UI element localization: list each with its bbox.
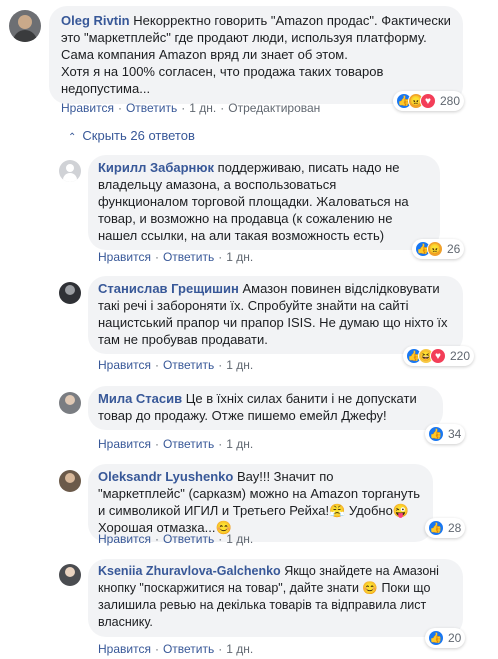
- reply-link[interactable]: Ответить: [163, 358, 214, 372]
- reaction-summary[interactable]: 👍 😠 ♥ 280: [393, 91, 465, 111]
- reply-bubble: Станислав Грещишин Амазон повинен відслі…: [88, 276, 463, 354]
- reply-author[interactable]: Кирилл Забарнюк: [98, 160, 214, 175]
- like-icon: 👍: [428, 520, 444, 536]
- reply-link[interactable]: Ответить: [126, 101, 177, 115]
- love-icon: ♥: [430, 348, 446, 364]
- reply-actions: Нравится · Ответить · 1 дн.: [98, 358, 254, 372]
- reply-bubble: Кирилл Забарнюк поддерживаю, писать надо…: [88, 155, 440, 250]
- angry-icon: 😠: [427, 241, 443, 257]
- love-icon: ♥: [420, 93, 436, 109]
- hide-replies-button[interactable]: ⌃ Скрыть 26 ответов: [68, 128, 195, 143]
- hide-replies-label: Скрыть 26 ответов: [82, 128, 195, 143]
- reaction-summary[interactable]: 👍 20: [425, 628, 466, 648]
- like-link[interactable]: Нравится: [98, 437, 151, 451]
- reaction-count: 20: [448, 631, 462, 645]
- avatar[interactable]: [9, 10, 41, 42]
- timestamp[interactable]: 1 дн.: [226, 250, 253, 264]
- avatar[interactable]: [59, 564, 81, 586]
- timestamp[interactable]: 1 дн.: [226, 437, 253, 451]
- timestamp[interactable]: 1 дн.: [226, 532, 253, 546]
- reply-author[interactable]: Oleksandr Lyushenko: [98, 469, 233, 484]
- edited-label[interactable]: Отредактирован: [228, 101, 320, 115]
- reaction-count: 28: [448, 521, 462, 535]
- chevron-up-icon: ⌃: [68, 132, 77, 143]
- reply-actions: Нравится · Ответить · 1 дн.: [98, 532, 254, 546]
- reaction-summary[interactable]: 👍 28: [425, 518, 466, 538]
- reply-link[interactable]: Ответить: [163, 642, 214, 656]
- comment-actions: Нравится · Ответить · 1 дн. · Отредактирован: [61, 101, 321, 115]
- like-icon: 👍: [428, 630, 444, 646]
- like-icon: 👍: [428, 426, 444, 442]
- reply-actions: Нравится · Ответить · 1 дн.: [98, 437, 254, 451]
- avatar[interactable]: [59, 282, 81, 304]
- reply-link[interactable]: Ответить: [163, 532, 214, 546]
- reaction-summary[interactable]: 👍 😆 ♥ 220: [403, 346, 475, 366]
- reaction-summary[interactable]: 👍 34: [425, 424, 466, 444]
- reaction-count: 280: [440, 94, 461, 108]
- like-link[interactable]: Нравится: [98, 532, 151, 546]
- reply-bubble: Мила Стасив Це в їхніх силах банити і не…: [88, 386, 443, 430]
- reaction-count: 220: [450, 349, 471, 363]
- reply-bubble: Kseniia Zhuravlova-Galchenko Якщо знайде…: [88, 559, 463, 637]
- reply-link[interactable]: Ответить: [163, 437, 214, 451]
- reply-link[interactable]: Ответить: [163, 250, 214, 264]
- reply-author[interactable]: Мила Стасив: [98, 391, 182, 406]
- like-link[interactable]: Нравится: [98, 358, 151, 372]
- like-link[interactable]: Нравится: [61, 101, 114, 115]
- timestamp[interactable]: 1 дн.: [189, 101, 216, 115]
- reply-author[interactable]: Станислав Грещишин: [98, 281, 239, 296]
- avatar[interactable]: [59, 160, 81, 182]
- timestamp[interactable]: 1 дн.: [226, 642, 253, 656]
- avatar[interactable]: [59, 392, 81, 414]
- comment-author[interactable]: Oleg Rivtin: [61, 13, 130, 28]
- reaction-summary[interactable]: 👍 😠 26: [412, 239, 465, 259]
- reply-actions: Нравится · Ответить · 1 дн.: [98, 250, 254, 264]
- like-link[interactable]: Нравится: [98, 250, 151, 264]
- reply-actions: Нравится · Ответить · 1 дн.: [98, 642, 254, 656]
- timestamp[interactable]: 1 дн.: [226, 358, 253, 372]
- reply-author[interactable]: Kseniia Zhuravlova-Galchenko: [98, 564, 281, 578]
- reaction-count: 26: [447, 242, 461, 256]
- reply-bubble: Oleksandr Lyushenko Вау!!! Значит по "ма…: [88, 464, 433, 542]
- comment-bubble: Oleg Rivtin Некорректно говорить "Amazon…: [49, 6, 463, 104]
- reaction-count: 34: [448, 427, 462, 441]
- avatar[interactable]: [59, 470, 81, 492]
- like-link[interactable]: Нравится: [98, 642, 151, 656]
